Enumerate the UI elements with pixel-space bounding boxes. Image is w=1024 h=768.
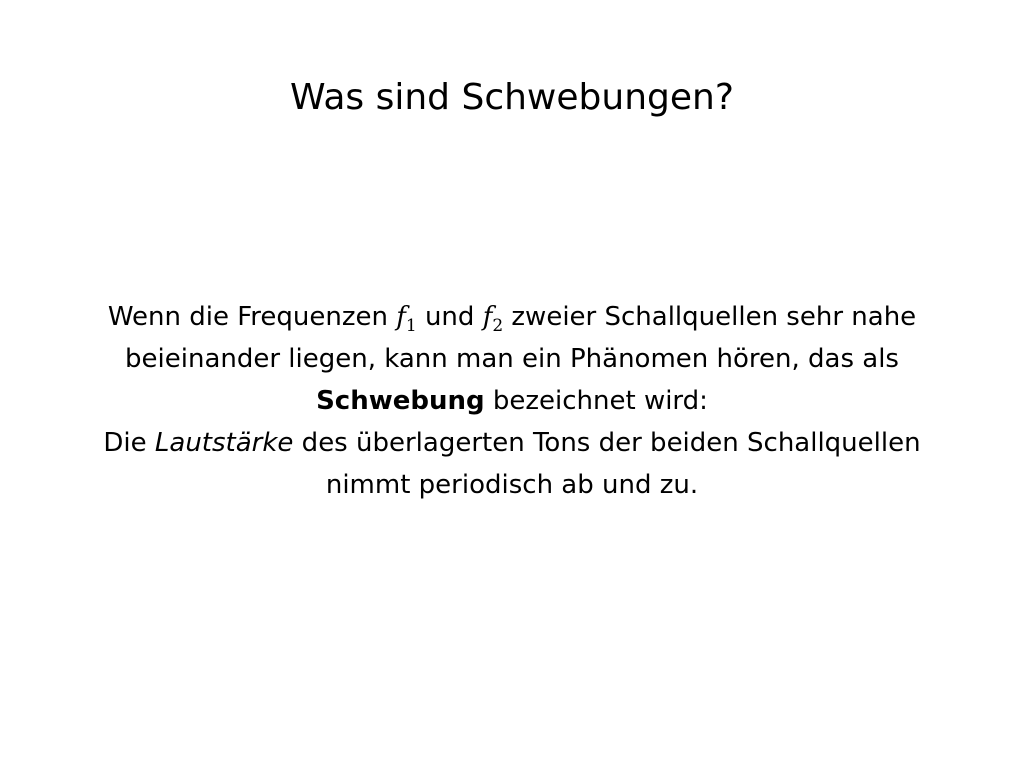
- frequency-f1-symbol: f: [396, 302, 406, 332]
- frequency-f1-subscript: 1: [405, 316, 417, 337]
- frequency-f2: f2: [482, 302, 503, 335]
- line4-prefix: Die: [103, 428, 155, 458]
- line1-middle: und: [416, 302, 483, 332]
- body-line-3: Schwebung bezeichnet wird:: [60, 380, 964, 422]
- slide-body: Wenn die Frequenzen f1 und f2 zweier Sch…: [60, 296, 964, 506]
- frequency-f2-symbol: f: [482, 302, 493, 332]
- slide: Was sind Schwebungen? Wenn die Frequenze…: [0, 0, 1024, 768]
- line1-prefix: Wenn die Frequenzen: [107, 302, 397, 332]
- line1-suffix: zweier Schallquellen sehr nahe: [503, 302, 917, 332]
- frequency-f2-subscript: 2: [492, 316, 504, 337]
- emphasis-lautstaerke: Lautstärke: [154, 428, 294, 458]
- line4-suffix: des überlagerten Tons der beiden Schallq…: [293, 428, 921, 458]
- body-line-4: Die Lautstärke des überlagerten Tons der…: [60, 422, 964, 464]
- body-line-1: Wenn die Frequenzen f1 und f2 zweier Sch…: [60, 296, 964, 338]
- line3-suffix: bezeichnet wird:: [484, 386, 708, 416]
- body-line-5: nimmt periodisch ab und zu.: [325, 470, 699, 500]
- slide-title: Was sind Schwebungen?: [290, 77, 734, 118]
- term-schwebung: Schwebung: [316, 386, 485, 416]
- body-line-2: beieinander liegen, kann man ein Phänome…: [125, 344, 899, 374]
- frequency-f1: f1: [396, 302, 416, 335]
